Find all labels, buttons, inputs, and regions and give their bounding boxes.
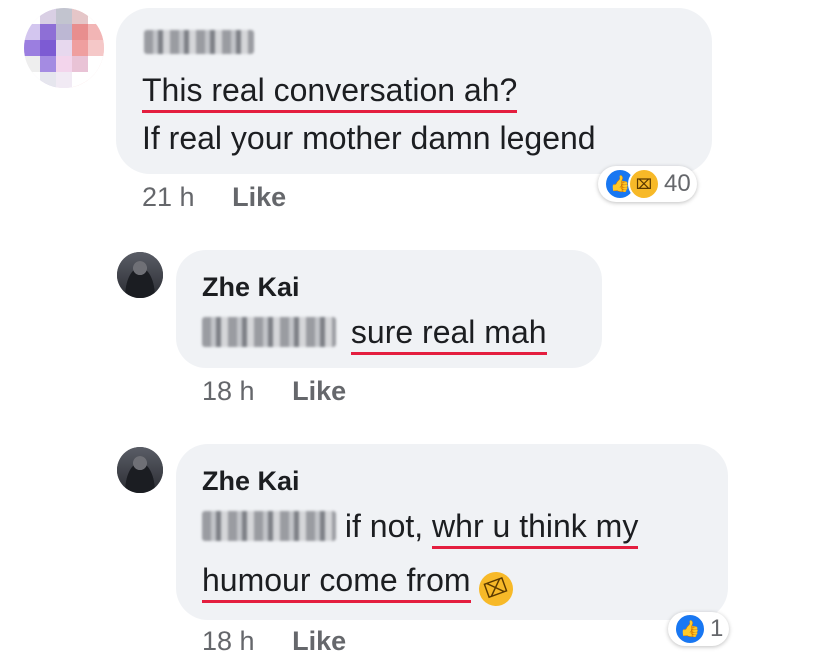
- reply-author-name[interactable]: Zhe Kai: [202, 466, 300, 497]
- commenter-avatar-pixelated[interactable]: [24, 8, 104, 88]
- reply-bubble[interactable]: Zhe Kai sure real mah: [176, 250, 602, 368]
- reply-text-line-1: if not, whr u think my: [202, 506, 639, 549]
- reply-avatar[interactable]: [117, 252, 163, 298]
- like-button[interactable]: Like: [292, 626, 346, 656]
- comment-reactions[interactable]: 👍 ⌧ 40: [598, 166, 697, 202]
- reply-timestamp[interactable]: 18 h: [202, 376, 255, 406]
- reply-bubble[interactable]: Zhe Kai if not, whr u think my humour co…: [176, 444, 728, 620]
- reply-meta: 18 h Like: [202, 626, 346, 657]
- reply-reactions[interactable]: 👍 1: [668, 612, 730, 646]
- comment-bubble[interactable]: This real conversation ah? If real your …: [116, 8, 712, 174]
- comment-text-underlined: This real conversation ah?: [142, 72, 518, 113]
- reply-text-line-2: humour come from ⌧: [202, 560, 519, 611]
- haha-icon: ⌧: [628, 168, 660, 200]
- reply-author-name[interactable]: Zhe Kai: [202, 272, 300, 303]
- like-button[interactable]: Like: [292, 376, 346, 406]
- redacted-mention: [202, 511, 336, 541]
- comment-timestamp[interactable]: 21 h: [142, 182, 195, 212]
- reply-text: sure real mah: [202, 312, 547, 355]
- redacted-mention: [202, 317, 336, 347]
- reply-text-underlined: sure real mah: [350, 314, 547, 355]
- comment-line-2: If real your mother damn legend: [142, 120, 596, 156]
- reply-text-plain: if not,: [344, 508, 424, 544]
- rolling-on-floor-laughing-emoji: ⌧: [474, 567, 519, 611]
- reply-meta: 18 h Like: [202, 376, 346, 407]
- comment-line-1: This real conversation ah?: [142, 70, 518, 113]
- reply-text-underlined: humour come from: [202, 562, 471, 603]
- like-icon: 👍: [674, 613, 706, 645]
- reply-text-underlined: whr u think my: [432, 508, 639, 549]
- reaction-count: 1: [710, 615, 724, 642]
- comment-meta: 21 h Like: [142, 182, 286, 213]
- reply-timestamp[interactable]: 18 h: [202, 626, 255, 656]
- reaction-count: 40: [664, 170, 691, 197]
- commenter-name-redacted[interactable]: [144, 30, 254, 59]
- redacted-name-block: [144, 30, 254, 54]
- reply-avatar[interactable]: [117, 447, 163, 493]
- like-button[interactable]: Like: [232, 182, 286, 212]
